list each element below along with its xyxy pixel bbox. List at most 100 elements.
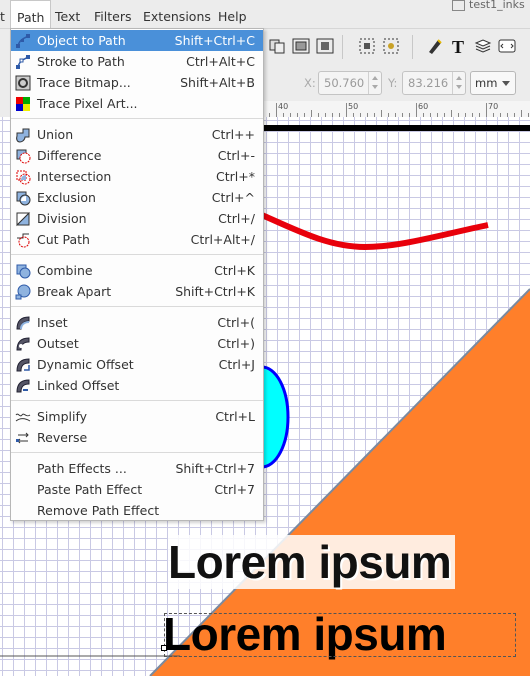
inset-icon (16, 316, 30, 330)
lorem-text-shadowed[interactable]: Lorem ipsum (168, 535, 456, 589)
menu-item-trace-bitmap[interactable]: Trace Bitmap... Shift+Alt+B (11, 72, 263, 93)
menu-item-outset[interactable]: Outset Ctrl+) (11, 333, 263, 354)
menu-item-cut-path[interactable]: Cut Path Ctrl+Alt+/ (11, 229, 263, 250)
layers-icon[interactable] (474, 37, 492, 55)
menu-item-break-apart[interactable]: Break Apart Shift+Ctrl+K (11, 281, 263, 302)
x-coordinate-value: 50.760 (324, 76, 365, 90)
ruler-tick (381, 110, 382, 117)
menu-item-label: Break Apart (37, 284, 112, 299)
break-apart-icon (15, 284, 31, 300)
simplify-icon (15, 413, 31, 422)
menu-item-shortcut: Ctrl+^ (211, 190, 255, 205)
chevron-down-icon (502, 81, 510, 86)
menu-item-shortcut: Ctrl+Alt+/ (190, 232, 255, 247)
menu-item-shortcut: Ctrl+/ (218, 211, 255, 226)
menu-item-remove-path-effect[interactable]: Remove Path Effect (11, 500, 263, 521)
tool-controls-bar: X: 50.760 Y: 83.216 mm (262, 65, 530, 102)
unit-select[interactable]: mm (470, 71, 516, 95)
black-bar-shape[interactable] (262, 125, 530, 131)
copy-icon[interactable] (268, 37, 286, 55)
ruler-tick (486, 103, 487, 117)
menu-item-intersection[interactable]: Intersection Ctrl+* (11, 166, 263, 187)
left-toolbar-fragment (0, 29, 10, 117)
menu-item-label: Reverse (37, 430, 88, 445)
menu-separator (11, 400, 263, 401)
object-properties-icon[interactable] (498, 37, 516, 55)
ruler-tick (451, 110, 452, 117)
ruler-tick (521, 110, 522, 117)
y-coordinate-input[interactable]: 83.216 (402, 71, 466, 95)
menu-item-trace-pixel-art[interactable]: Trace Pixel Art... (11, 93, 263, 114)
menu-item-object-to-path[interactable]: Object to Path Shift+Ctrl+C (11, 30, 263, 51)
menu-separator (11, 118, 263, 119)
menu-item-label: Combine (37, 263, 93, 278)
x-spin-arrows-icon[interactable] (368, 72, 381, 94)
menu-item-paste-path-effect[interactable]: Paste Path Effect Ctrl+7 (11, 479, 263, 500)
ruler-label: 50 (348, 102, 359, 111)
ruler-label: 60 (418, 102, 429, 111)
menu-separator (11, 452, 263, 453)
menu-filters[interactable]: Filters (88, 0, 137, 28)
object-to-path-icon (16, 34, 30, 48)
menu-text[interactable]: Text (49, 0, 86, 28)
selection-handle[interactable] (161, 645, 167, 651)
ungroup-icon[interactable] (316, 37, 334, 55)
menu-item-shortcut: Ctrl+- (217, 148, 255, 163)
menu-item-shortcut: Ctrl+7 (214, 482, 255, 497)
menu-path[interactable]: Path (10, 0, 52, 30)
menu-item-difference[interactable]: Difference Ctrl+- (11, 145, 263, 166)
menu-item-label: Paste Path Effect (37, 482, 143, 497)
zoom-drawing-icon[interactable] (382, 37, 400, 55)
menu-item-label: Union (37, 127, 74, 142)
menu-item-label: Cut Path (37, 232, 90, 247)
xml-editor-pen-icon[interactable] (426, 37, 444, 55)
y-label: Y: (388, 76, 398, 90)
red-curve-shape[interactable] (260, 212, 489, 251)
ruler-tick (416, 103, 417, 117)
horizontal-ruler[interactable]: 40 50 60 70 (262, 101, 530, 118)
menu-item-shortcut: Ctrl+* (216, 169, 255, 184)
menu-item-reverse[interactable]: Reverse (11, 427, 263, 448)
y-spin-arrows-icon[interactable] (452, 72, 465, 94)
exclusion-icon (16, 191, 31, 206)
x-coordinate-input[interactable]: 50.760 (318, 71, 382, 95)
menu-separator (11, 254, 263, 255)
menu-item-dynamic-offset[interactable]: Dynamic Offset Ctrl+J (11, 354, 263, 375)
menu-item-shortcut: Shift+Ctrl+7 (175, 461, 255, 476)
menu-item-label: Path Effects ... (37, 461, 127, 476)
reverse-icon (16, 432, 29, 444)
menu-extensions[interactable]: Extensions (137, 0, 217, 28)
menu-item-path-effects[interactable]: Path Effects ... Shift+Ctrl+7 (11, 458, 263, 479)
menu-item-label: Trace Pixel Art... (37, 96, 138, 111)
group-icon[interactable] (292, 37, 310, 55)
menu-help[interactable]: Help (212, 0, 253, 28)
path-menu-dropdown: Object to Path Shift+Ctrl+C Stroke to Path… (10, 28, 264, 521)
menu-item-exclusion[interactable]: Exclusion Ctrl+^ (11, 187, 263, 208)
union-icon (16, 128, 30, 143)
menu-item-label: Outset (37, 336, 79, 351)
menu-item-shortcut: Ctrl+K (214, 263, 255, 278)
window-title: test1_inks (452, 0, 525, 11)
menu-item-union[interactable]: Union Ctrl++ (11, 124, 263, 145)
menu-item-shortcut: Ctrl+) (217, 336, 255, 351)
x-label: X: (304, 76, 316, 90)
menu-item-label: Trace Bitmap... (37, 75, 131, 90)
zoom-selection-icon[interactable] (358, 37, 376, 55)
toolbar-separator (412, 35, 413, 59)
stroke-to-path-icon (16, 55, 30, 69)
y-coordinate-value: 83.216 (408, 76, 449, 90)
menu-item-inset[interactable]: Inset Ctrl+( (11, 312, 263, 333)
menu-item-simplify[interactable]: Simplify Ctrl+L (11, 406, 263, 427)
ruler-label: 40 (278, 102, 289, 111)
menu-item-linked-offset[interactable]: Linked Offset (11, 375, 263, 396)
menu-item-stroke-to-path[interactable]: Stroke to Path Ctrl+Alt+C (11, 51, 263, 72)
ruler-tick (276, 103, 277, 117)
menu-item-shortcut: Ctrl+( (217, 315, 255, 330)
cyan-half-circle-shape[interactable] (262, 367, 288, 467)
linked-offset-icon (16, 379, 30, 393)
menu-item-label: Exclusion (37, 190, 96, 205)
menu-item-division[interactable]: Division Ctrl+/ (11, 208, 263, 229)
text-font-icon[interactable]: T (450, 37, 468, 55)
menu-item-combine[interactable]: Combine Ctrl+K (11, 260, 263, 281)
menu-item-label: Stroke to Path (37, 54, 125, 69)
